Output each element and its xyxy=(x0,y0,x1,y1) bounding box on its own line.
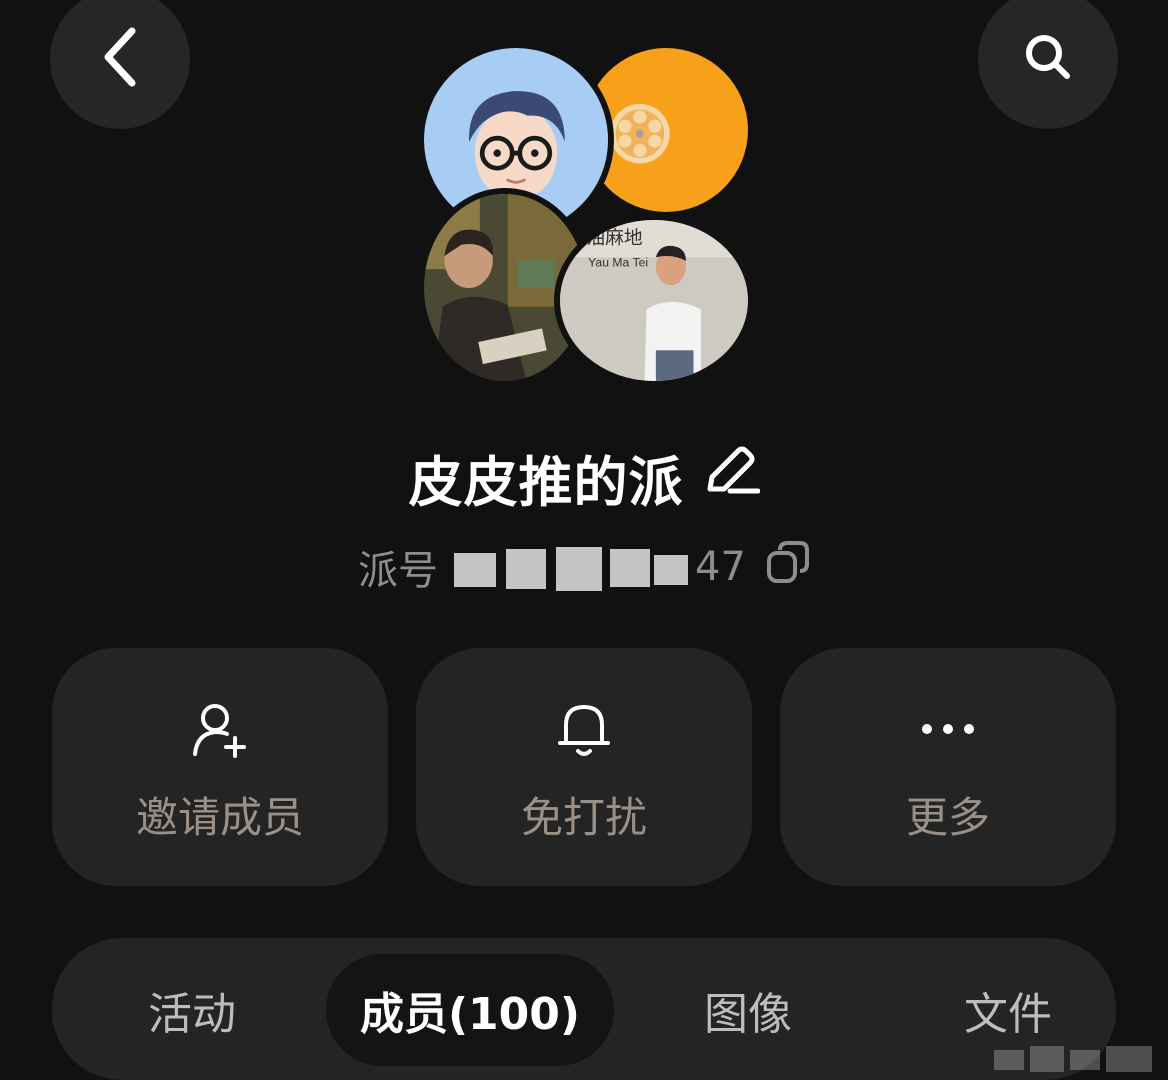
watermark-graphic xyxy=(990,1040,1160,1076)
do-not-disturb-label: 免打扰 xyxy=(520,793,647,842)
invite-members-button[interactable]: 邀请成员 xyxy=(52,648,388,886)
tab-members[interactable]: 成员(100) xyxy=(326,954,614,1066)
more-dots-icon xyxy=(920,698,976,760)
group-id-row: 派号 47 xyxy=(0,538,1168,596)
group-id-label: 派号 xyxy=(358,548,439,594)
more-label: 更多 xyxy=(905,793,990,842)
search-button[interactable] xyxy=(978,0,1118,129)
search-icon xyxy=(1023,32,1073,86)
tab-activity[interactable]: 活动 xyxy=(92,954,292,1066)
action-cards: 邀请成员 免打扰 更多 xyxy=(52,648,1116,886)
member-avatar-photo-station: 油麻地 Yau Ma Tei xyxy=(554,214,754,387)
svg-text:油麻地: 油麻地 xyxy=(586,227,643,248)
invite-members-label: 邀请成员 xyxy=(135,793,304,842)
more-button[interactable]: 更多 xyxy=(780,648,1116,886)
copy-icon[interactable] xyxy=(766,540,810,594)
tab-images[interactable]: 图像 xyxy=(648,954,848,1066)
group-name-row: 皮皮推的派 xyxy=(0,438,1168,517)
user-plus-icon xyxy=(191,698,249,760)
group-name: 皮皮推的派 xyxy=(408,451,684,514)
back-button[interactable] xyxy=(50,0,190,129)
group-avatar[interactable]: 油麻地 Yau Ma Tei xyxy=(418,42,754,387)
group-id-redacted xyxy=(448,543,693,591)
bell-icon xyxy=(556,698,612,760)
chevron-left-icon xyxy=(100,25,140,93)
tab-bar: 活动 成员(100) 图像 文件 xyxy=(52,938,1116,1080)
pencil-icon[interactable] xyxy=(702,445,760,510)
do-not-disturb-button[interactable]: 免打扰 xyxy=(416,648,752,886)
group-id-suffix: 47 xyxy=(695,544,746,590)
svg-text:Yau Ma Tei: Yau Ma Tei xyxy=(588,256,648,270)
